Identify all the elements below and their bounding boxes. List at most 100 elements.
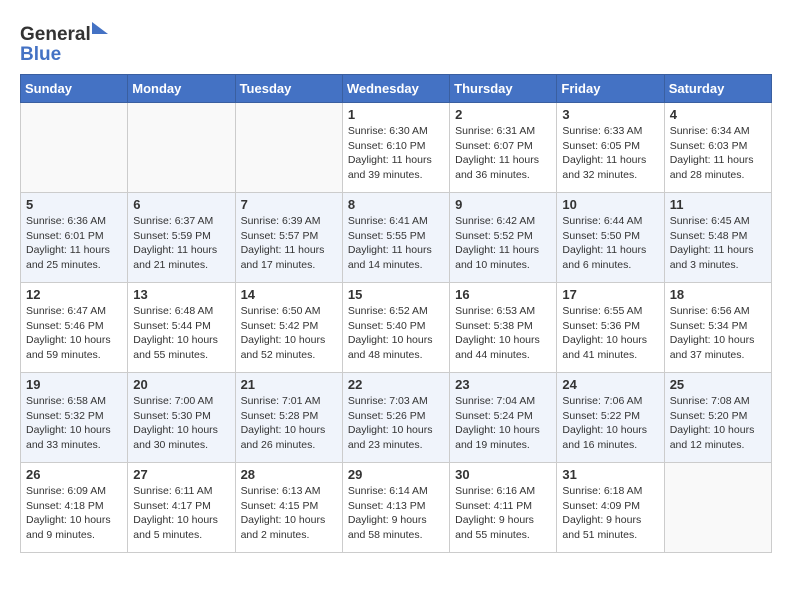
calendar-cell: 13 Sunrise: 6:48 AM Sunset: 5:44 PM Dayli… bbox=[128, 283, 235, 373]
calendar-cell: 20 Sunrise: 7:00 AM Sunset: 5:30 PM Dayli… bbox=[128, 373, 235, 463]
day-info: Sunrise: 7:01 AM Sunset: 5:28 PM Dayligh… bbox=[241, 394, 337, 453]
day-number: 24 bbox=[562, 377, 658, 392]
day-number: 9 bbox=[455, 197, 551, 212]
calendar-cell: 18 Sunrise: 6:56 AM Sunset: 5:34 PM Dayli… bbox=[664, 283, 771, 373]
day-info: Sunrise: 7:08 AM Sunset: 5:20 PM Dayligh… bbox=[670, 394, 766, 453]
day-info: Sunrise: 6:58 AM Sunset: 5:32 PM Dayligh… bbox=[26, 394, 122, 453]
day-info: Sunrise: 6:37 AM Sunset: 5:59 PM Dayligh… bbox=[133, 214, 229, 273]
day-info: Sunrise: 6:16 AM Sunset: 4:11 PM Dayligh… bbox=[455, 484, 551, 543]
calendar-cell: 21 Sunrise: 7:01 AM Sunset: 5:28 PM Dayli… bbox=[235, 373, 342, 463]
calendar-table: SundayMondayTuesdayWednesdayThursdayFrid… bbox=[20, 74, 772, 553]
day-number: 22 bbox=[348, 377, 444, 392]
day-info: Sunrise: 6:42 AM Sunset: 5:52 PM Dayligh… bbox=[455, 214, 551, 273]
day-info: Sunrise: 6:50 AM Sunset: 5:42 PM Dayligh… bbox=[241, 304, 337, 363]
day-info: Sunrise: 7:04 AM Sunset: 5:24 PM Dayligh… bbox=[455, 394, 551, 453]
calendar-cell: 22 Sunrise: 7:03 AM Sunset: 5:26 PM Dayli… bbox=[342, 373, 449, 463]
day-info: Sunrise: 7:00 AM Sunset: 5:30 PM Dayligh… bbox=[133, 394, 229, 453]
day-info: Sunrise: 6:13 AM Sunset: 4:15 PM Dayligh… bbox=[241, 484, 337, 543]
day-info: Sunrise: 6:33 AM Sunset: 6:05 PM Dayligh… bbox=[562, 124, 658, 183]
calendar-cell: 6 Sunrise: 6:37 AM Sunset: 5:59 PM Daylig… bbox=[128, 193, 235, 283]
calendar-cell: 10Sunrise: 6:44 AM Sunset: 5:50 PM Dayli… bbox=[557, 193, 664, 283]
day-header-thursday: Thursday bbox=[450, 75, 557, 103]
week-row-5: 26Sunrise: 6:09 AM Sunset: 4:18 PM Dayli… bbox=[21, 463, 772, 553]
day-number: 2 bbox=[455, 107, 551, 122]
day-number: 17 bbox=[562, 287, 658, 302]
calendar-cell: 16 Sunrise: 6:53 AM Sunset: 5:38 PM Dayli… bbox=[450, 283, 557, 373]
day-number: 3 bbox=[562, 107, 658, 122]
day-info: Sunrise: 6:34 AM Sunset: 6:03 PM Dayligh… bbox=[670, 124, 766, 183]
logo: GeneralBlue bbox=[20, 20, 120, 64]
day-header-wednesday: Wednesday bbox=[342, 75, 449, 103]
week-row-3: 12Sunrise: 6:47 AM Sunset: 5:46 PM Dayli… bbox=[21, 283, 772, 373]
day-info: Sunrise: 6:53 AM Sunset: 5:38 PM Dayligh… bbox=[455, 304, 551, 363]
calendar-cell: 19 Sunrise: 6:58 AM Sunset: 5:32 PM Dayli… bbox=[21, 373, 128, 463]
day-header-sunday: Sunday bbox=[21, 75, 128, 103]
calendar-cell: 30Sunrise: 6:16 AM Sunset: 4:11 PM Dayli… bbox=[450, 463, 557, 553]
day-number: 20 bbox=[133, 377, 229, 392]
day-info: Sunrise: 6:18 AM Sunset: 4:09 PM Dayligh… bbox=[562, 484, 658, 543]
day-number: 31 bbox=[562, 467, 658, 482]
calendar-cell: 25 Sunrise: 7:08 AM Sunset: 5:20 PM Dayli… bbox=[664, 373, 771, 463]
day-header-saturday: Saturday bbox=[664, 75, 771, 103]
calendar-cell: 2Sunrise: 6:31 AM Sunset: 6:07 PM Daylig… bbox=[450, 103, 557, 193]
day-info: Sunrise: 6:30 AM Sunset: 6:10 PM Dayligh… bbox=[348, 124, 444, 183]
svg-text:Blue: Blue bbox=[20, 44, 61, 64]
day-header-friday: Friday bbox=[557, 75, 664, 103]
day-info: Sunrise: 6:52 AM Sunset: 5:40 PM Dayligh… bbox=[348, 304, 444, 363]
calendar-cell: 15Sunrise: 6:52 AM Sunset: 5:40 PM Dayli… bbox=[342, 283, 449, 373]
day-info: Sunrise: 7:03 AM Sunset: 5:26 PM Dayligh… bbox=[348, 394, 444, 453]
header-row: SundayMondayTuesdayWednesdayThursdayFrid… bbox=[21, 75, 772, 103]
day-info: Sunrise: 6:14 AM Sunset: 4:13 PM Dayligh… bbox=[348, 484, 444, 543]
day-number: 28 bbox=[241, 467, 337, 482]
day-info: Sunrise: 7:06 AM Sunset: 5:22 PM Dayligh… bbox=[562, 394, 658, 453]
day-number: 16 bbox=[455, 287, 551, 302]
calendar-cell: 14Sunrise: 6:50 AM Sunset: 5:42 PM Dayli… bbox=[235, 283, 342, 373]
calendar-cell: 11 Sunrise: 6:45 AM Sunset: 5:48 PM Dayli… bbox=[664, 193, 771, 283]
calendar-cell: 27 Sunrise: 6:11 AM Sunset: 4:17 PM Dayli… bbox=[128, 463, 235, 553]
calendar-cell: 24 Sunrise: 7:06 AM Sunset: 5:22 PM Dayli… bbox=[557, 373, 664, 463]
calendar-cell: 7 Sunrise: 6:39 AM Sunset: 5:57 PM Daylig… bbox=[235, 193, 342, 283]
calendar-cell: 4 Sunrise: 6:34 AM Sunset: 6:03 PM Daylig… bbox=[664, 103, 771, 193]
day-info: Sunrise: 6:55 AM Sunset: 5:36 PM Dayligh… bbox=[562, 304, 658, 363]
logo-svg: GeneralBlue bbox=[20, 20, 120, 64]
svg-text:General: General bbox=[20, 24, 91, 45]
calendar-cell: 28 Sunrise: 6:13 AM Sunset: 4:15 PM Dayli… bbox=[235, 463, 342, 553]
calendar-cell: 23Sunrise: 7:04 AM Sunset: 5:24 PM Dayli… bbox=[450, 373, 557, 463]
day-info: Sunrise: 6:11 AM Sunset: 4:17 PM Dayligh… bbox=[133, 484, 229, 543]
day-header-tuesday: Tuesday bbox=[235, 75, 342, 103]
day-info: Sunrise: 6:48 AM Sunset: 5:44 PM Dayligh… bbox=[133, 304, 229, 363]
calendar-cell: 26Sunrise: 6:09 AM Sunset: 4:18 PM Dayli… bbox=[21, 463, 128, 553]
day-info: Sunrise: 6:44 AM Sunset: 5:50 PM Dayligh… bbox=[562, 214, 658, 273]
day-number: 18 bbox=[670, 287, 766, 302]
day-info: Sunrise: 6:39 AM Sunset: 5:57 PM Dayligh… bbox=[241, 214, 337, 273]
calendar-cell: 12Sunrise: 6:47 AM Sunset: 5:46 PM Dayli… bbox=[21, 283, 128, 373]
day-header-monday: Monday bbox=[128, 75, 235, 103]
day-number: 27 bbox=[133, 467, 229, 482]
day-number: 25 bbox=[670, 377, 766, 392]
day-number: 5 bbox=[26, 197, 122, 212]
day-number: 4 bbox=[670, 107, 766, 122]
day-info: Sunrise: 6:41 AM Sunset: 5:55 PM Dayligh… bbox=[348, 214, 444, 273]
calendar-cell: 17 Sunrise: 6:55 AM Sunset: 5:36 PM Dayli… bbox=[557, 283, 664, 373]
calendar-cell: 5 Sunrise: 6:36 AM Sunset: 6:01 PM Daylig… bbox=[21, 193, 128, 283]
calendar-cell: 3 Sunrise: 6:33 AM Sunset: 6:05 PM Daylig… bbox=[557, 103, 664, 193]
day-info: Sunrise: 6:47 AM Sunset: 5:46 PM Dayligh… bbox=[26, 304, 122, 363]
day-number: 7 bbox=[241, 197, 337, 212]
day-number: 11 bbox=[670, 197, 766, 212]
week-row-4: 19 Sunrise: 6:58 AM Sunset: 5:32 PM Dayli… bbox=[21, 373, 772, 463]
week-row-1: 1 Sunrise: 6:30 AM Sunset: 6:10 PM Daylig… bbox=[21, 103, 772, 193]
page-header: GeneralBlue bbox=[20, 20, 772, 64]
day-info: Sunrise: 6:56 AM Sunset: 5:34 PM Dayligh… bbox=[670, 304, 766, 363]
day-number: 19 bbox=[26, 377, 122, 392]
day-number: 21 bbox=[241, 377, 337, 392]
day-number: 1 bbox=[348, 107, 444, 122]
day-number: 26 bbox=[26, 467, 122, 482]
calendar-cell: 31 Sunrise: 6:18 AM Sunset: 4:09 PM Dayli… bbox=[557, 463, 664, 553]
day-info: Sunrise: 6:45 AM Sunset: 5:48 PM Dayligh… bbox=[670, 214, 766, 273]
week-row-2: 5 Sunrise: 6:36 AM Sunset: 6:01 PM Daylig… bbox=[21, 193, 772, 283]
day-number: 6 bbox=[133, 197, 229, 212]
day-number: 13 bbox=[133, 287, 229, 302]
day-info: Sunrise: 6:36 AM Sunset: 6:01 PM Dayligh… bbox=[26, 214, 122, 273]
day-number: 8 bbox=[348, 197, 444, 212]
calendar-cell bbox=[21, 103, 128, 193]
